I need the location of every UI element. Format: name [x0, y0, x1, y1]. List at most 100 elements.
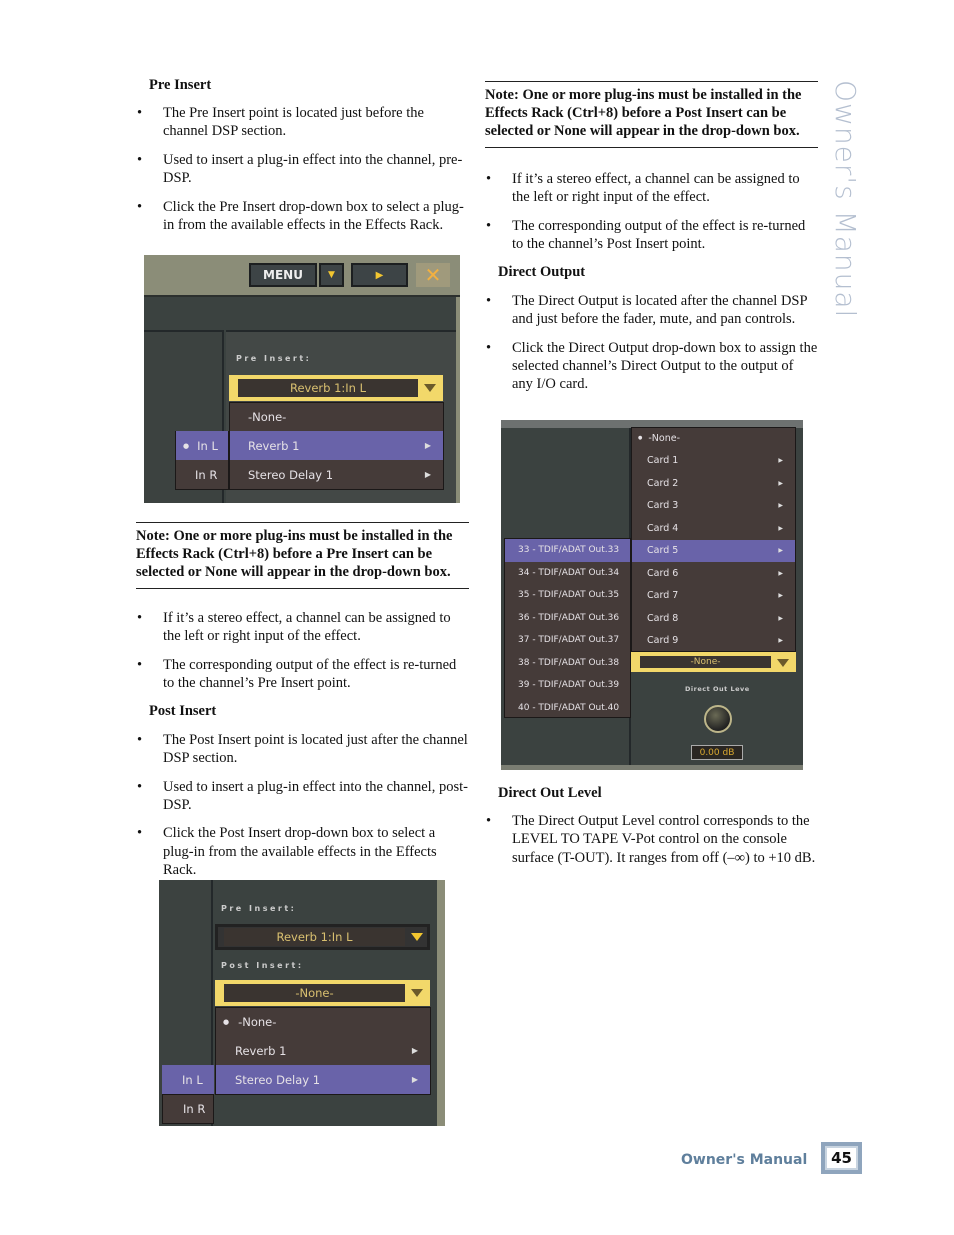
- submenu-item-output[interactable]: 40 - TDIF/ADAT Out.40: [505, 697, 630, 720]
- chevron-down-icon: [777, 659, 789, 667]
- menu-item-label: Card 8: [647, 612, 679, 624]
- bottom-bar: [501, 765, 803, 770]
- bullet: Click the Pre Insert drop-down box to se…: [136, 198, 469, 234]
- chevron-right-icon: ▶: [778, 614, 783, 622]
- direct-out-level-label: Direct Out Leve: [685, 685, 750, 693]
- bullet: The corresponding output of the effect i…: [485, 217, 818, 253]
- menu-item-card[interactable]: Card 6 ▶: [632, 562, 795, 585]
- menu-item-label: Stereo Delay 1: [235, 1072, 321, 1087]
- bullet: The Post Insert point is located just af…: [136, 731, 469, 767]
- bullet: Click the Post Insert drop-down box to s…: [136, 824, 469, 879]
- manual-page: Owner's Manual Pre Insert The Pre Insert…: [0, 0, 954, 1235]
- submenu-item-in-l[interactable]: ● In L: [176, 431, 228, 460]
- pre-insert-label: Pre Insert:: [221, 904, 297, 913]
- bullet: If it’s a stereo effect, a channel can b…: [136, 609, 469, 645]
- menu-item-reverb-1[interactable]: Reverb 1 ▶: [230, 431, 443, 460]
- chevron-down-icon: [424, 384, 436, 392]
- dropdown-value: -None-: [224, 984, 405, 1002]
- menu-item-card[interactable]: Card 5 ▶: [632, 539, 795, 562]
- side-title: Owner's Manual: [829, 80, 862, 319]
- submenu-item-output[interactable]: 38 - TDIF/ADAT Out.38: [505, 652, 630, 675]
- submenu-item-output[interactable]: 34 - TDIF/ADAT Out.34: [505, 562, 630, 585]
- chevron-right-icon: ▶: [424, 441, 431, 450]
- post-insert-dropdown[interactable]: -None-: [215, 980, 430, 1006]
- submenu-label: In L: [197, 438, 218, 453]
- panel-edge: [456, 297, 460, 503]
- submenu-item-in-r[interactable]: In R: [162, 1094, 214, 1124]
- chevron-right-icon: ▶: [778, 457, 783, 465]
- chevron-right-icon: ▶: [778, 592, 783, 600]
- chevron-right-icon: ▶: [778, 569, 783, 577]
- bullet-icon: ●: [183, 441, 190, 450]
- menu-item-card[interactable]: Card 8 ▶: [632, 607, 795, 630]
- level-readout: 0.00 dB: [691, 745, 743, 760]
- pre-insert-dropdown[interactable]: Reverb 1:In L: [229, 375, 443, 401]
- bullet-icon: ●: [638, 435, 643, 442]
- menu-item-label: Reverb 1: [248, 438, 300, 453]
- note-pre-insert: Note: One or more plug-ins must be insta…: [136, 522, 469, 589]
- menu-item-reverb-1[interactable]: Reverb 1 ▶: [216, 1036, 430, 1065]
- bullet: Used to insert a plug-in effect into the…: [136, 778, 469, 814]
- menu-item-card[interactable]: Card 1 ▶: [632, 450, 795, 473]
- menu-item-label: -None-: [648, 432, 681, 444]
- chevron-right-icon: ▶: [778, 547, 783, 555]
- left-column: Pre Insert The Pre Insert point is locat…: [136, 76, 469, 245]
- menu-item-label: Reverb 1: [235, 1043, 287, 1058]
- menu-item-label: Card 6: [647, 567, 679, 579]
- menu-item-stereo-delay-1[interactable]: Stereo Delay 1 ▶: [230, 460, 443, 489]
- heading-direct-output: Direct Output: [498, 264, 586, 281]
- submenu-item-output[interactable]: 35 - TDIF/ADAT Out.35: [505, 584, 630, 607]
- menu-item-label: Card 4: [647, 522, 679, 534]
- direct-out-level-knob[interactable]: [704, 705, 732, 733]
- direct-output-dropdown[interactable]: -None-: [631, 652, 796, 672]
- chevron-right-icon: ▶: [411, 1046, 418, 1055]
- menu-item-card[interactable]: Card 7 ▶: [632, 585, 795, 608]
- menu-item-none[interactable]: -None-: [230, 402, 443, 431]
- menu-item-label: Card 3: [647, 500, 679, 512]
- pre-insert-dropdown[interactable]: Reverb 1:In L: [215, 924, 430, 950]
- menu-item-card[interactable]: Card 9 ▶: [632, 630, 795, 653]
- screenshot-pre-insert: MENU ▼ ▶ ✕ Pre Insert: Reverb 1:In L -No…: [144, 255, 460, 503]
- chevron-down-icon: [411, 933, 423, 941]
- screenshot-direct-output: ● -None- Card 1 ▶ Card 2 ▶ Card 3 ▶ Card 4 ▶ Card …: [501, 420, 803, 770]
- submenu-item-in-l[interactable]: In L: [162, 1065, 214, 1094]
- page-number: 45: [821, 1142, 862, 1174]
- menu-item-card[interactable]: ● -None-: [632, 427, 795, 450]
- menu-item-stereo-delay-1[interactable]: Stereo Delay 1 ▶: [216, 1065, 430, 1094]
- menu-item-label: Card 5: [647, 545, 679, 557]
- heading-post-insert: Post Insert: [149, 703, 217, 720]
- menu-item-label: Card 1: [647, 455, 679, 467]
- menu-item-label: Card 2: [647, 477, 679, 489]
- chevron-right-icon: ▶: [411, 1075, 418, 1084]
- right-column-bottom: Direct Out Level The Direct Output Level…: [485, 784, 818, 877]
- menu-item-card[interactable]: Card 3 ▶: [632, 495, 795, 518]
- menu-button[interactable]: MENU: [249, 263, 317, 287]
- left-column-mid: Note: One or more plug-ins must be insta…: [136, 522, 469, 890]
- panel-edge: [437, 880, 445, 1126]
- bullet: The Direct Output Level control correspo…: [485, 812, 818, 867]
- menu-item-none[interactable]: ● -None-: [216, 1007, 430, 1036]
- submenu-item-in-r[interactable]: In R: [176, 460, 228, 489]
- chevron-down-icon[interactable]: ▼: [319, 263, 344, 287]
- pre-insert-label: Pre Insert:: [236, 354, 312, 363]
- menu-item-label: Stereo Delay 1: [248, 467, 334, 482]
- menu-item-label: -None-: [238, 1014, 277, 1029]
- bullet-icon: ●: [223, 1017, 230, 1026]
- menu-item-card[interactable]: Card 4 ▶: [632, 517, 795, 540]
- bullet: The Pre Insert point is located just bef…: [136, 104, 469, 140]
- screenshot-post-insert: Pre Insert: Reverb 1:In L Post Insert: -…: [159, 880, 445, 1126]
- play-icon[interactable]: ▶: [351, 263, 408, 287]
- dropdown-value: Reverb 1:In L: [238, 379, 418, 397]
- submenu-item-output[interactable]: 37 - TDIF/ADAT Out.37: [505, 629, 630, 652]
- submenu-item-output[interactable]: 33 - TDIF/ADAT Out.33: [505, 539, 630, 562]
- chevron-right-icon: ▶: [778, 524, 783, 532]
- chevron-right-icon: ▶: [424, 470, 431, 479]
- submenu-item-output[interactable]: 39 - TDIF/ADAT Out.39: [505, 674, 630, 697]
- heading-pre-insert: Pre Insert: [149, 77, 212, 93]
- menu-item-card[interactable]: Card 2 ▶: [632, 472, 795, 495]
- close-icon[interactable]: ✕: [416, 263, 450, 287]
- menu-item-label: Card 9: [647, 635, 679, 647]
- chevron-down-icon: [411, 989, 423, 997]
- submenu-item-output[interactable]: 36 - TDIF/ADAT Out.36: [505, 607, 630, 630]
- bullet: Click the Direct Output drop-down box to…: [485, 339, 818, 394]
